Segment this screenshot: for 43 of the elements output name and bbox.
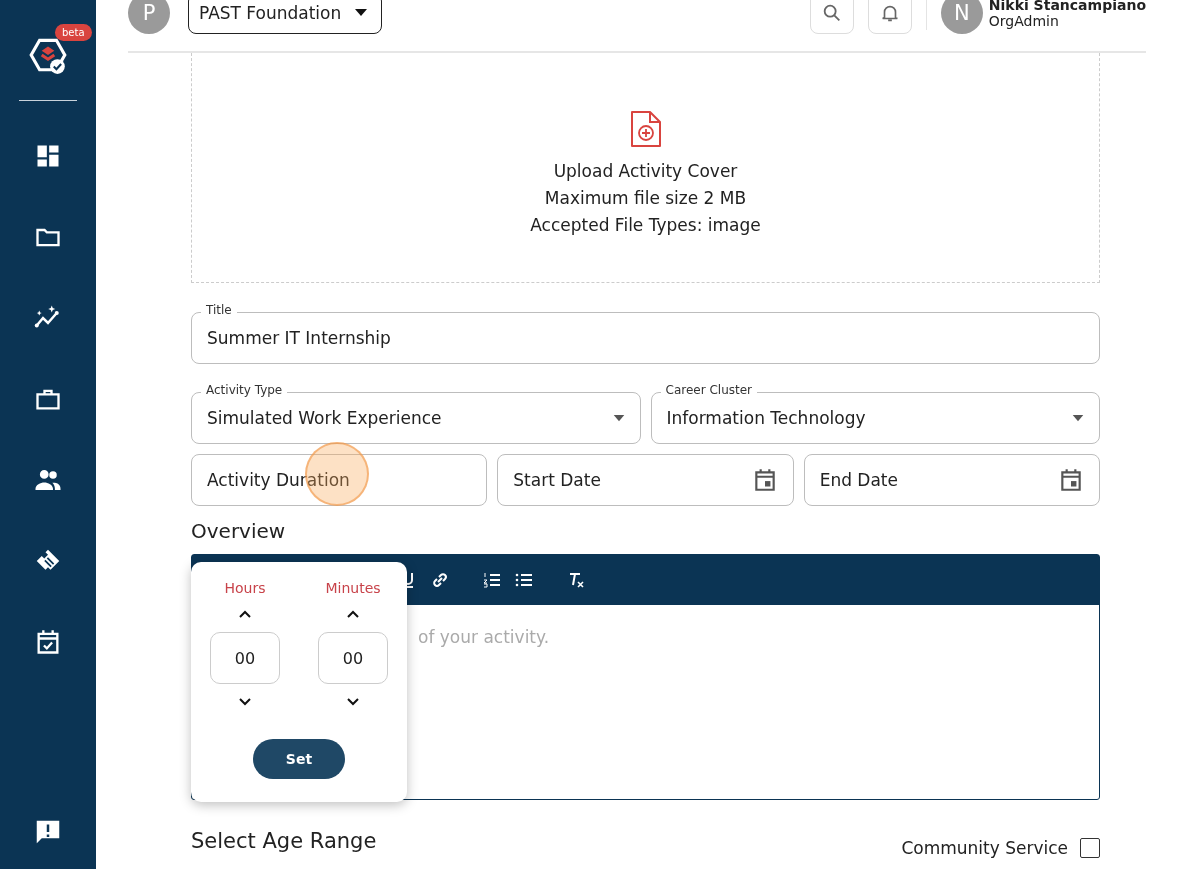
number-field[interactable]: 00 [318, 632, 388, 684]
checkbox[interactable] [1080, 838, 1100, 858]
clear-format-icon[interactable] [567, 571, 585, 589]
field-value: Summer IT Internship [207, 328, 392, 348]
number-field[interactable]: 00 [210, 632, 280, 684]
chevron-up-icon[interactable] [346, 609, 360, 619]
upload-types-note: Accepted File Types: image [530, 215, 761, 235]
field-placeholder: Activity Duration [207, 470, 351, 490]
picker-column-label: Hours [224, 580, 266, 596]
user-name: Nikki Stancampiano [988, 0, 1146, 13]
link-icon[interactable] [431, 571, 449, 589]
chevron-down-icon[interactable] [346, 697, 360, 707]
field-placeholder: End Date [819, 470, 899, 490]
picker-column-label: Minutes [325, 580, 381, 596]
upload-size-note: Maximum file size 2 MB [544, 188, 747, 208]
notification-button[interactable] [867, 0, 912, 34]
caret-icon [1072, 414, 1084, 422]
section-heading: Overview [191, 518, 287, 545]
caret-icon [612, 414, 625, 422]
set-button[interactable]: Set [253, 739, 345, 779]
calendar-icon[interactable] [1058, 467, 1084, 493]
caret-icon [355, 9, 368, 17]
chevron-down-icon[interactable] [238, 697, 252, 707]
upload-title: Upload Activity Cover [553, 161, 738, 181]
date-field[interactable]: Start Date [497, 454, 794, 506]
upload-dropzone[interactable]: Upload Activity Cover Maximum file size 2 MB Accepted File Types: image [191, 53, 1100, 283]
bullet-list-icon[interactable] [515, 571, 533, 589]
section-heading: Select Age Range [191, 829, 377, 853]
date-field[interactable]: End Date [803, 454, 1100, 506]
chevron-up-icon[interactable] [238, 609, 252, 619]
checkbox-label: Community Service [901, 838, 1068, 858]
field-value: Simulated Work Experience [207, 408, 443, 428]
duration-field[interactable]: Activity Duration [191, 454, 488, 506]
field-placeholder: Start Date [513, 470, 602, 490]
search-button[interactable] [809, 0, 854, 34]
numbered-list-icon[interactable] [483, 571, 501, 589]
organization-dropdown[interactable]: PAST Foundation [188, 0, 383, 34]
org-avatar: P [128, 0, 170, 34]
field-label: Activity Type [201, 382, 288, 398]
editor-placeholder: of your activity. [418, 627, 550, 647]
field-value: Information Technology [666, 408, 867, 428]
beta-badge: beta [55, 24, 92, 41]
user-role: OrgAdmin [988, 13, 1060, 29]
